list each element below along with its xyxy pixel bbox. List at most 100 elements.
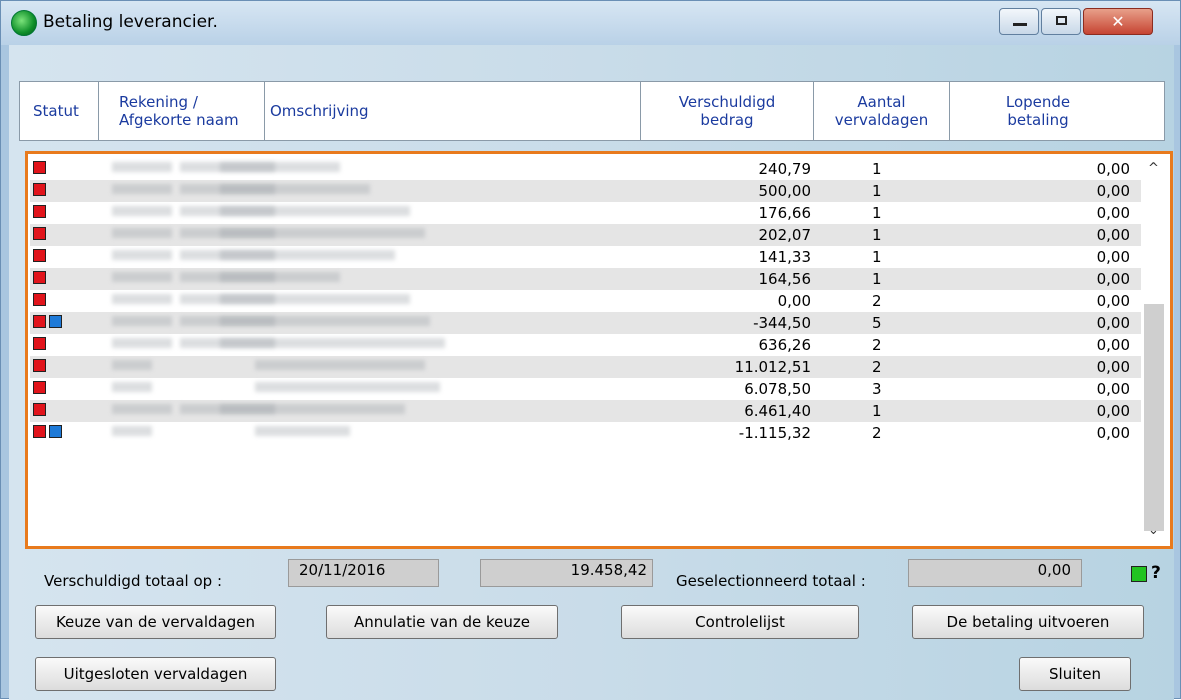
red-status-icon — [33, 205, 46, 218]
table-row[interactable]: 176,66 1 0,00 — [30, 202, 1144, 224]
scroll-up-icon[interactable]: ^ — [1148, 161, 1159, 176]
close-button[interactable]: Sluiten — [1019, 657, 1131, 691]
red-status-icon — [33, 425, 46, 438]
selected-total-label: Geselectionneerd totaal : — [676, 572, 866, 590]
row-payment: 0,00 — [1096, 204, 1130, 222]
excluded-due-dates-button[interactable]: Uitgesloten vervaldagen — [35, 657, 276, 691]
row-payment: 0,00 — [1096, 226, 1130, 244]
minimize-button[interactable] — [999, 8, 1039, 35]
redacted-text — [220, 316, 430, 326]
row-amount: 6.078,50 — [744, 380, 811, 398]
due-date-field[interactable]: 20/11/2016 — [288, 559, 439, 587]
column-lopende[interactable]: Lopende betaling — [950, 82, 1126, 140]
table-row[interactable]: 141,33 1 0,00 — [30, 246, 1144, 268]
redacted-text — [255, 382, 440, 392]
vertical-scrollbar[interactable]: ^ ⌄ — [1141, 157, 1167, 543]
red-status-icon — [33, 249, 46, 262]
scroll-thumb[interactable] — [1144, 304, 1164, 531]
row-amount: 240,79 — [758, 160, 812, 178]
table-row[interactable]: 636,26 2 0,00 — [30, 334, 1144, 356]
due-total-label: Verschuldigd totaal op : — [44, 572, 223, 590]
row-amount: 0,00 — [777, 292, 811, 310]
red-status-icon — [33, 183, 46, 196]
redacted-text — [112, 382, 152, 392]
row-amount: -344,50 — [753, 314, 811, 332]
row-payment: 0,00 — [1096, 248, 1130, 266]
red-status-icon — [33, 337, 46, 350]
table-row[interactable]: -344,50 5 0,00 — [30, 312, 1144, 334]
table-row[interactable]: 240,79 1 0,00 — [30, 158, 1144, 180]
row-amount: 202,07 — [758, 226, 812, 244]
redacted-text — [220, 228, 425, 238]
table-row[interactable]: 164,56 1 0,00 — [30, 268, 1144, 290]
payment-grid[interactable]: 240,79 1 0,00 500,00 1 0,00 176,66 1 0,00 202,07 1… — [25, 151, 1173, 549]
row-count: 1 — [872, 160, 882, 178]
table-row[interactable]: 0,00 2 0,00 — [30, 290, 1144, 312]
table-row[interactable]: -1.115,32 2 0,00 — [30, 422, 1144, 444]
redacted-text — [220, 338, 445, 348]
column-rekening[interactable]: Rekening / Afgekorte naam — [99, 82, 265, 140]
selected-total-field[interactable]: 0,00 — [908, 559, 1082, 587]
redacted-text — [112, 250, 172, 260]
row-count: 2 — [872, 336, 882, 354]
close-window-button[interactable]: ✕ — [1083, 8, 1153, 35]
redacted-text — [220, 404, 405, 414]
table-row[interactable]: 500,00 1 0,00 — [30, 180, 1144, 202]
column-statut[interactable]: Statut — [20, 82, 99, 140]
row-payment: 0,00 — [1096, 424, 1130, 442]
row-count: 1 — [872, 226, 882, 244]
row-count: 2 — [872, 358, 882, 376]
redacted-text — [255, 360, 425, 370]
redacted-text — [112, 360, 152, 370]
row-payment: 0,00 — [1096, 182, 1130, 200]
maximize-button[interactable] — [1041, 8, 1081, 35]
row-payment: 0,00 — [1096, 380, 1130, 398]
row-amount: 141,33 — [758, 248, 812, 266]
red-status-icon — [33, 227, 46, 240]
row-amount: 164,56 — [758, 270, 812, 288]
redacted-text — [112, 272, 172, 282]
redacted-text — [220, 250, 395, 260]
cancel-choice-button[interactable]: Annulatie van de keuze — [326, 605, 558, 639]
scroll-down-icon[interactable]: ⌄ — [1148, 523, 1159, 538]
due-amount-field[interactable]: 19.458,42 — [480, 559, 653, 587]
window-title: Betaling leverancier. — [43, 12, 218, 32]
redacted-text — [112, 316, 172, 326]
choose-due-dates-button[interactable]: Keuze van de vervaldagen — [35, 605, 276, 639]
row-payment: 0,00 — [1096, 402, 1130, 420]
row-amount: 500,00 — [758, 182, 812, 200]
row-count: 1 — [872, 204, 882, 222]
redacted-text — [112, 426, 152, 436]
table-row[interactable]: 6.461,40 1 0,00 — [30, 400, 1144, 422]
row-count: 1 — [872, 402, 882, 420]
checklist-button[interactable]: Controlelijst — [621, 605, 859, 639]
help-icon[interactable]: ? — [1151, 563, 1161, 583]
row-count: 1 — [872, 182, 882, 200]
title-bar: Betaling leverancier. ✕ — [1, 1, 1180, 45]
redacted-text — [112, 338, 172, 348]
column-aantal[interactable]: Aantal vervaldagen — [814, 82, 950, 140]
column-omschrijving[interactable]: Omschrijving — [265, 82, 641, 140]
table-row[interactable]: 202,07 1 0,00 — [30, 224, 1144, 246]
row-payment: 0,00 — [1096, 358, 1130, 376]
row-count: 1 — [872, 248, 882, 266]
row-payment: 0,00 — [1096, 314, 1130, 332]
column-verschuldigd[interactable]: Verschuldigd bedrag — [641, 82, 814, 140]
redacted-text — [220, 294, 410, 304]
redacted-text — [220, 206, 410, 216]
red-status-icon — [33, 271, 46, 284]
row-count: 2 — [872, 292, 882, 310]
red-status-icon — [33, 161, 46, 174]
blue-status-icon — [49, 425, 62, 438]
red-status-icon — [33, 403, 46, 416]
table-row[interactable]: 11.012,51 2 0,00 — [30, 356, 1144, 378]
red-status-icon — [33, 381, 46, 394]
table-row[interactable]: 6.078,50 3 0,00 — [30, 378, 1144, 400]
redacted-text — [255, 426, 350, 436]
redacted-text — [220, 162, 340, 172]
row-payment: 0,00 — [1096, 336, 1130, 354]
execute-payment-button[interactable]: De betaling uitvoeren — [912, 605, 1144, 639]
redacted-text — [220, 184, 370, 194]
row-count: 1 — [872, 270, 882, 288]
redacted-text — [112, 206, 172, 216]
